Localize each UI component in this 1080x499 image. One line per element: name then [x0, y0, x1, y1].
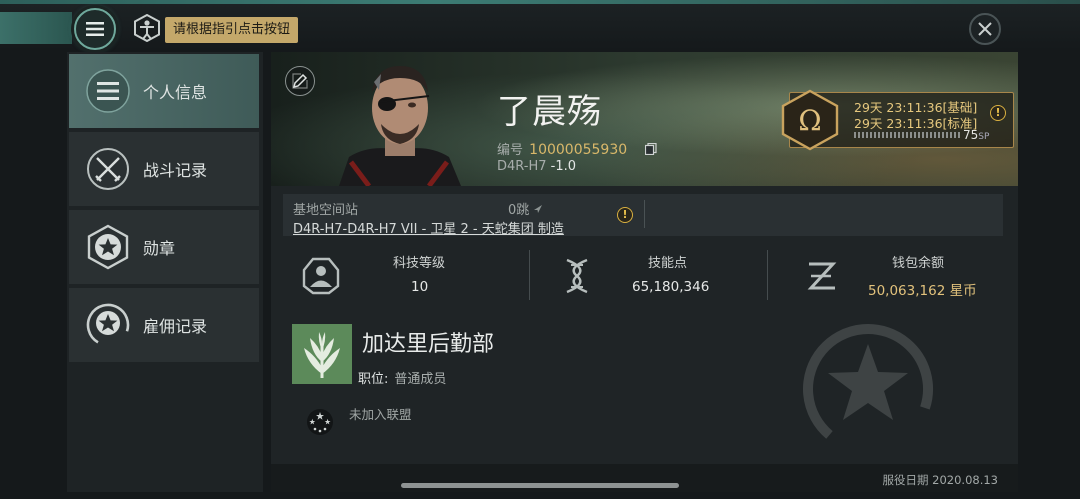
home-station-row: 基地空间站 0跳 D4R-H7-D4R-H7 VII - 卫星 2 - 天蛇集团…: [283, 194, 1003, 237]
role-value: 普通成员: [394, 372, 447, 387]
sidebar-item-label: 勋章: [143, 239, 176, 258]
wallet-value: 50,063,162 星币: [868, 283, 977, 299]
divider: [529, 250, 530, 300]
crossed-swords-icon: [83, 144, 133, 194]
security-system: D4R-H7: [497, 159, 547, 174]
home-station-link[interactable]: D4R-H7-D4R-H7 VII - 卫星 2 - 天蛇集团 制造: [293, 218, 564, 237]
star-medal-icon: [83, 222, 133, 272]
service-date: 服役日期 2020.08.13: [882, 473, 999, 487]
sp-value: 75SP: [963, 128, 989, 142]
wallet-label: 钱包余额: [892, 256, 945, 271]
edit-pencil-icon: [292, 73, 308, 89]
omega-standard-timer: 29天 23:11:36[标准]: [854, 116, 978, 131]
sidebar-item-medals[interactable]: 勋章: [69, 210, 259, 284]
corporation-name[interactable]: 加达里后勤部: [362, 326, 494, 358]
character-portrait: [339, 66, 461, 186]
star-wreath-icon: [83, 300, 133, 350]
corporation-logo[interactable]: [292, 324, 352, 384]
wallet-stat: 钱包余额 50,063,162 星币: [801, 248, 1016, 304]
id-label: 编号: [497, 143, 524, 158]
id-value: 10000055930: [529, 142, 628, 158]
character-hex-icon[interactable]: [133, 14, 161, 42]
isk-currency-icon: [807, 262, 837, 290]
hamburger-icon: [86, 22, 104, 36]
sp-number: 75: [963, 128, 979, 142]
home-indicator[interactable]: [401, 483, 679, 488]
corporation-role: 职位: 普通成员: [358, 368, 446, 387]
omega-icon: Ω: [781, 89, 839, 151]
character-name: 了晨殇: [497, 92, 602, 132]
star-emblem-watermark: [803, 324, 933, 454]
menu-lines-icon: [83, 66, 133, 116]
sidebar-item-label: 雇佣记录: [143, 317, 208, 336]
sidebar-item-combat[interactable]: 战斗记录: [69, 132, 259, 206]
edit-button[interactable]: [285, 66, 315, 96]
role-label: 职位:: [358, 372, 389, 387]
omega-warning-icon[interactable]: !: [990, 105, 1006, 121]
security-row: D4R-H7 -1.0: [497, 159, 576, 174]
skill-points-value: 65,180,346: [632, 279, 710, 295]
guide-tooltip: 请根据指引点击按钮: [165, 17, 299, 43]
sidebar-item-employment[interactable]: 雇佣记录: [69, 288, 259, 362]
sidebar-item-profile[interactable]: 个人信息: [69, 54, 259, 128]
sidebar: 个人信息 战斗记录 勋章 雇佣记录: [67, 52, 263, 492]
tech-level-icon: [302, 257, 340, 295]
dna-helix-icon: [566, 258, 588, 294]
left-edge-tab: [0, 12, 72, 44]
alliance-ring-icon: [307, 409, 333, 435]
close-icon: [978, 22, 992, 36]
character-id-row: 编号 10000055930: [497, 139, 657, 158]
copy-icon[interactable]: [645, 142, 657, 156]
tech-level-label: 科技等级: [393, 256, 446, 271]
station-warning-icon[interactable]: !: [617, 207, 633, 223]
security-value: -1.0: [550, 159, 577, 174]
alliance-status: 未加入联盟: [349, 407, 412, 422]
profile-banner: 了晨殇 编号 10000055930 D4R-H7 -1.0 Ω 29天 23:…: [271, 52, 1018, 186]
sp-progress-bar: [854, 132, 962, 138]
sp-unit: SP: [978, 132, 990, 142]
skill-points-stat: 技能点 65,180,346: [557, 248, 777, 304]
divider: [767, 250, 768, 300]
navigate-arrow-icon[interactable]: [533, 204, 543, 214]
tech-level-stat: 科技等级 10: [301, 248, 521, 304]
close-button[interactable]: [969, 13, 1001, 45]
skill-points-label: 技能点: [648, 256, 688, 271]
jump-count-text: 0跳: [508, 203, 530, 218]
sidebar-item-label: 战斗记录: [143, 161, 208, 180]
profile-panel: 了晨殇 编号 10000055930 D4R-H7 -1.0 Ω 29天 23:…: [271, 52, 1018, 492]
top-bar: [0, 4, 1080, 50]
jump-count: 0跳: [508, 199, 543, 218]
home-station-label: 基地空间站: [293, 203, 359, 218]
divider: [644, 200, 645, 228]
main-menu-button[interactable]: [74, 8, 116, 50]
svg-text:Ω: Ω: [798, 104, 821, 137]
sidebar-item-label: 个人信息: [143, 83, 208, 102]
tech-level-value: 10: [411, 279, 429, 295]
